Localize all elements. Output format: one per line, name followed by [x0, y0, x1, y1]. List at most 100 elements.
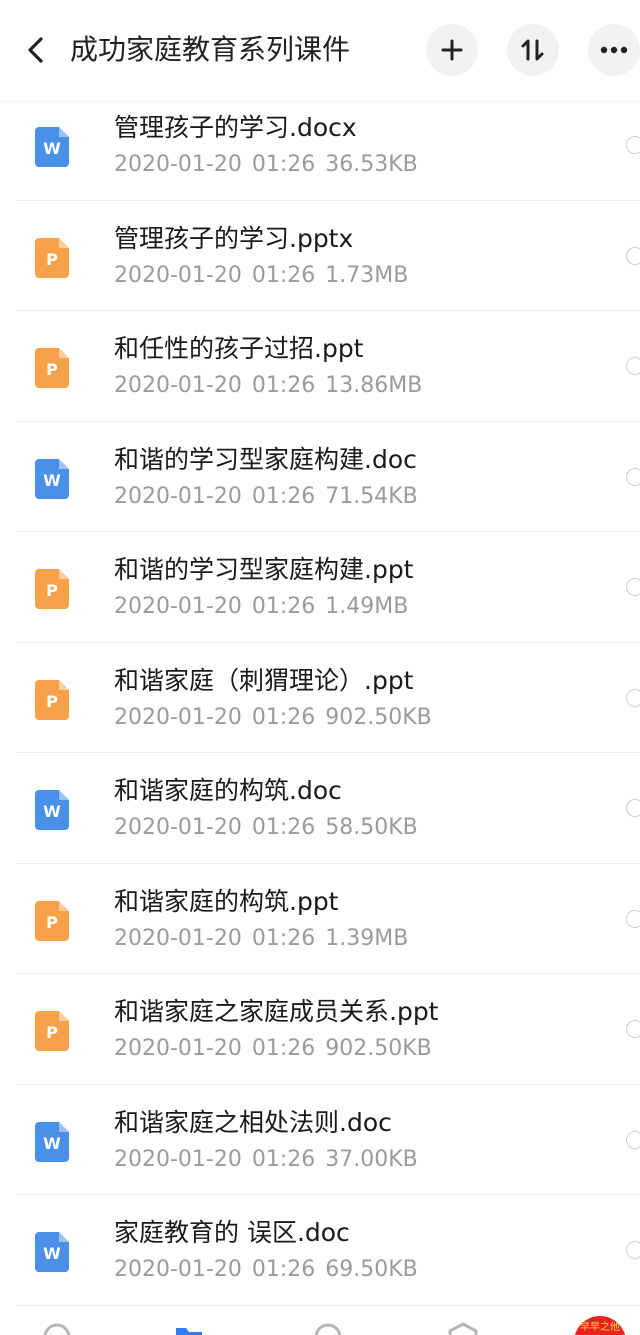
folder-tab-icon[interactable]: [174, 1322, 204, 1335]
file-name: 和谐家庭之相处法则.doc: [114, 1107, 392, 1137]
file-meta: 2020-01-20 01:26 58.50KB: [114, 815, 428, 841]
file-name: 家庭教育的 误区.doc: [114, 1218, 350, 1247]
file-date: 2020-01-20: [114, 1146, 242, 1172]
file-row[interactable]: W 家庭教育的 误区.doc 2020-01-20 01:26 69.50KB: [0, 1195, 640, 1306]
file-size: 58.50KB: [325, 815, 418, 840]
file-row[interactable]: P 和谐家庭（刺猬理论）.ppt 2020-01-20 01:26 902.50KB: [0, 643, 640, 754]
file-row[interactable]: W 和谐家庭之相处法则.doc 2020-01-20 01:26 37.00KB: [0, 1085, 640, 1196]
file-name: 和谐家庭的构筑.ppt: [114, 886, 339, 916]
file-row[interactable]: W 和谐的学习型家庭构建.doc 2020-01-20 01:26 71.54KB: [0, 422, 640, 533]
plus-icon: [441, 39, 463, 61]
select-radio[interactable]: [626, 909, 640, 928]
select-radio[interactable]: [626, 799, 640, 817]
word-file-icon: W: [35, 127, 69, 167]
select-radio[interactable]: [626, 136, 640, 154]
more-button[interactable]: [588, 24, 640, 76]
ppt-file-icon: P: [35, 1011, 69, 1051]
add-button[interactable]: [426, 24, 478, 76]
file-date: 2020-01-20: [114, 1036, 242, 1061]
file-size: 36.53KB: [325, 152, 418, 177]
word-file-icon: W: [35, 1232, 69, 1272]
select-radio[interactable]: [626, 578, 640, 596]
file-time: 01:26: [251, 925, 316, 951]
file-meta: 2020-01-20 01:26 71.54KB: [114, 484, 428, 510]
select-radio[interactable]: [626, 246, 640, 265]
file-name: 和谐家庭之家庭成员关系.ppt: [114, 997, 439, 1026]
select-radio[interactable]: [626, 467, 640, 486]
file-meta: 2020-01-20 01:26 13.86MB: [114, 373, 432, 399]
file-date: 2020-01-20: [114, 815, 242, 840]
file-time: 01:26: [251, 152, 316, 177]
file-name: 和任性的孩子过招.ppt: [114, 334, 364, 363]
search-tab-icon[interactable]: [42, 1322, 72, 1335]
ppt-file-icon: P: [35, 900, 69, 941]
file-time: 01:26: [251, 594, 316, 619]
file-row[interactable]: W 管理孩子的学习.docx 2020-01-20 01:26 36.53KB: [0, 90, 640, 201]
file-time: 01:26: [251, 1146, 316, 1172]
select-radio[interactable]: [626, 357, 640, 375]
file-list: W 管理孩子的学习.docx 2020-01-20 01:26 36.53KB P …: [0, 90, 640, 1306]
file-row[interactable]: P 和谐的学习型家庭构建.ppt 2020-01-20 01:26 1.49MB: [0, 532, 640, 643]
select-radio[interactable]: [626, 1020, 640, 1038]
file-date: 2020-01-20: [114, 925, 242, 951]
file-name: 和谐的学习型家庭构建.ppt: [114, 555, 414, 584]
file-row[interactable]: P 和谐家庭的构筑.ppt 2020-01-20 01:26 1.39MB: [0, 864, 640, 975]
file-size: 902.50KB: [325, 1036, 432, 1061]
file-time: 01:26: [251, 815, 316, 840]
ppt-file-icon: P: [35, 569, 69, 609]
word-file-icon: W: [35, 790, 69, 830]
file-time: 01:26: [251, 483, 316, 509]
word-file-icon: W: [35, 1121, 69, 1162]
file-time: 01:26: [251, 373, 316, 398]
file-date: 2020-01-20: [114, 483, 242, 509]
file-size: 1.49MB: [325, 594, 409, 619]
file-meta: 2020-01-20 01:26 36.53KB: [114, 152, 428, 178]
file-meta: 2020-01-20 01:26 1.49MB: [114, 594, 418, 620]
file-time: 01:26: [251, 262, 316, 288]
file-meta: 2020-01-20 01:26 1.73MB: [114, 263, 418, 289]
ppt-file-icon: P: [35, 679, 69, 720]
file-date: 2020-01-20: [114, 704, 242, 730]
file-meta: 2020-01-20 01:26 1.39MB: [114, 926, 418, 952]
select-radio[interactable]: [626, 1241, 640, 1259]
select-radio[interactable]: [626, 1130, 640, 1149]
file-meta: 2020-01-20 01:26 902.50KB: [114, 705, 442, 731]
file-name: 和谐的学习型家庭构建.doc: [114, 444, 417, 474]
file-size: 1.39MB: [325, 925, 409, 951]
sort-button[interactable]: [507, 24, 559, 76]
file-size: 13.86MB: [325, 373, 423, 398]
file-date: 2020-01-20: [114, 373, 242, 398]
select-radio[interactable]: [626, 688, 640, 707]
file-name: 管理孩子的学习.docx: [114, 113, 357, 142]
more-horizontal-icon: [600, 46, 628, 54]
ppt-file-icon: P: [35, 348, 69, 388]
file-time: 01:26: [251, 1036, 316, 1061]
file-date: 2020-01-20: [114, 262, 242, 288]
file-date: 2020-01-20: [114, 152, 242, 177]
file-date: 2020-01-20: [114, 594, 242, 619]
cube-tab-icon[interactable]: [448, 1322, 478, 1335]
file-size: 37.00KB: [325, 1146, 418, 1172]
file-row[interactable]: P 和任性的孩子过招.ppt 2020-01-20 01:26 13.86MB: [0, 311, 640, 422]
file-row[interactable]: P 和谐家庭之家庭成员关系.ppt 2020-01-20 01:26 902.50K…: [0, 974, 640, 1085]
circle-tab-icon[interactable]: [313, 1322, 343, 1335]
file-meta: 2020-01-20 01:26 902.50KB: [114, 1036, 442, 1062]
file-time: 01:26: [251, 704, 316, 730]
file-size: 71.54KB: [325, 483, 418, 509]
bottom-tab-bar: 早早之他: [0, 1306, 640, 1335]
file-size: 69.50KB: [325, 1257, 418, 1282]
chevron-left-icon: [28, 37, 43, 63]
ppt-file-icon: P: [35, 237, 69, 278]
file-size: 902.50KB: [325, 704, 432, 730]
file-name: 管理孩子的学习.pptx: [114, 223, 354, 253]
file-meta: 2020-01-20 01:26 37.00KB: [114, 1147, 428, 1173]
file-size: 1.73MB: [325, 262, 409, 288]
file-row[interactable]: P 管理孩子的学习.pptx 2020-01-20 01:26 1.73MB: [0, 201, 640, 312]
file-time: 01:26: [251, 1257, 316, 1282]
back-button[interactable]: [16, 30, 56, 70]
file-row[interactable]: W 和谐家庭的构筑.doc 2020-01-20 01:26 58.50KB: [0, 753, 640, 864]
file-meta: 2020-01-20 01:26 69.50KB: [114, 1257, 428, 1283]
file-name: 和谐家庭（刺猬理论）.ppt: [114, 665, 414, 695]
watermark-logo: 早早之他: [574, 1316, 626, 1335]
top-bar: 成功家庭教育系列课件: [0, 0, 640, 100]
